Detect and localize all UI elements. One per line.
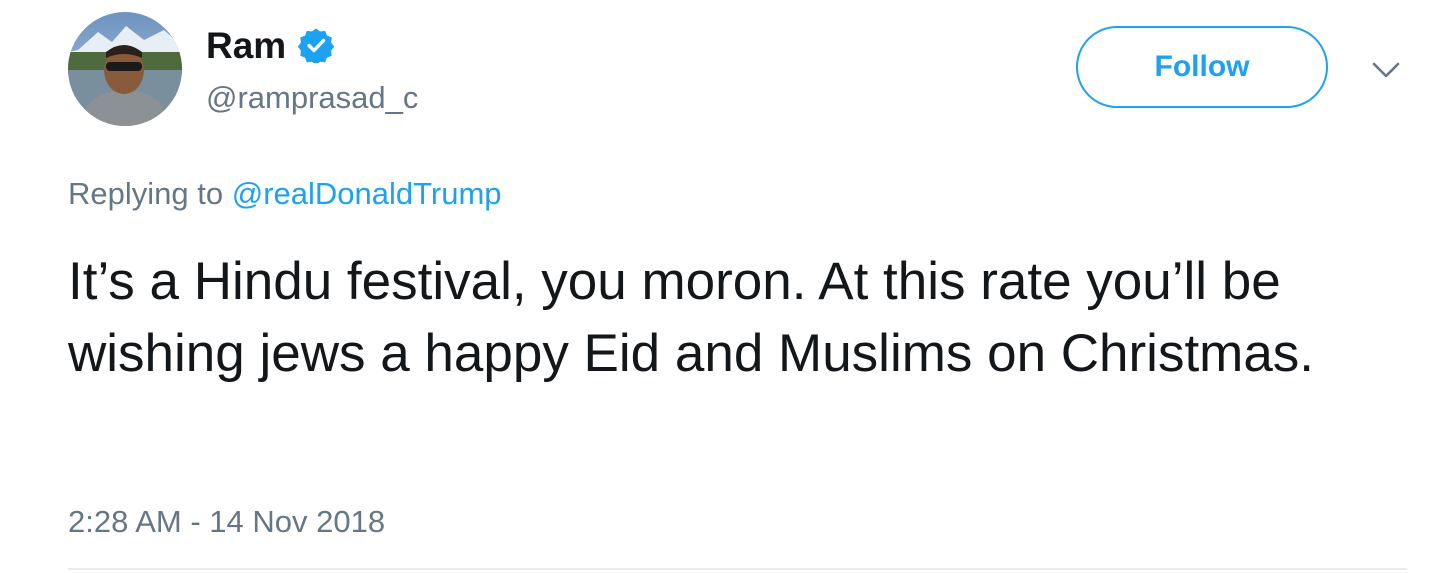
display-name[interactable]: Ram — [206, 27, 286, 64]
tweet-timestamp[interactable]: 2:28 AM - 14 Nov 2018 — [68, 506, 385, 537]
follow-button[interactable]: Follow — [1076, 26, 1328, 108]
avatar-image — [68, 12, 182, 126]
tweet-text: It’s a Hindu festival, you moron. At thi… — [68, 252, 1315, 383]
display-name-row: Ram — [206, 20, 335, 70]
chevron-down-icon[interactable] — [1368, 56, 1404, 84]
replying-to-label: Replying to — [68, 176, 224, 211]
user-handle[interactable]: @ramprasad_c — [206, 82, 418, 113]
replying-to-line: Replying to @realDonaldTrump — [68, 178, 502, 209]
verified-badge-icon — [298, 28, 335, 63]
tweet-card: Ram @ramprasad_c Follow Replying to @rea… — [0, 0, 1455, 573]
divider — [68, 568, 1407, 570]
reply-mention-link[interactable]: @realDonaldTrump — [232, 176, 502, 211]
avatar[interactable] — [68, 12, 182, 126]
